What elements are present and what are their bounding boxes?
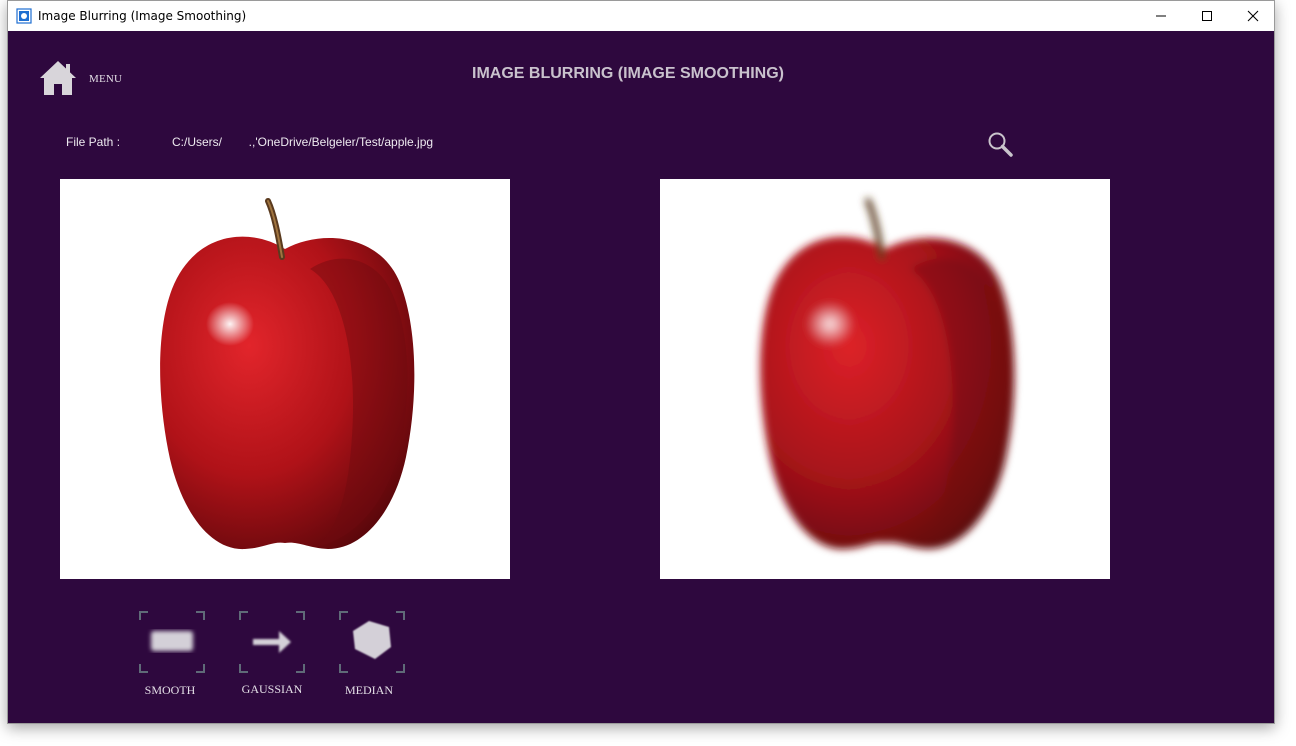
smooth-label: SMOOTH [144, 683, 196, 697]
blurred-image-panel [660, 179, 1110, 579]
minimize-icon [1156, 15, 1166, 17]
arrow-right-icon [253, 631, 291, 653]
menu-label[interactable]: MENU [89, 73, 122, 85]
home-icon[interactable] [38, 59, 78, 97]
gaussian-label: GAUSSIAN [241, 682, 303, 696]
image-app-icon [16, 8, 32, 24]
pentagon-icon [353, 621, 391, 659]
median-label: MEDIAN [345, 683, 393, 697]
file-path-label: File Path : [66, 135, 121, 149]
close-icon [1247, 10, 1259, 22]
app-window: Image Blurring (Image Smoothing) MENU IM… [7, 0, 1275, 724]
median-button[interactable] [339, 611, 405, 673]
file-path-value: C:/Users/ .,'OneDrive/Belgeler/Test/appl… [172, 135, 434, 149]
close-button[interactable] [1230, 1, 1276, 31]
search-icon[interactable] [986, 130, 1014, 158]
window-title: Image Blurring (Image Smoothing) [38, 9, 247, 23]
blurred-apple-image [760, 198, 1015, 550]
minimize-button[interactable] [1138, 1, 1184, 31]
original-image-panel [60, 179, 510, 579]
apple-image [160, 198, 415, 550]
gaussian-button[interactable] [239, 611, 305, 673]
maximize-icon [1202, 11, 1212, 21]
title-bar[interactable]: Image Blurring (Image Smoothing) [8, 1, 1274, 31]
smooth-button[interactable] [139, 611, 205, 673]
main-content: MENU IMAGE BLURRING (IMAGE SMOOTHING) Fi… [8, 31, 1274, 723]
maximize-button[interactable] [1184, 1, 1230, 31]
page-title: IMAGE BLURRING (IMAGE SMOOTHING) [472, 65, 784, 82]
blur-rectangle-icon [151, 631, 193, 651]
